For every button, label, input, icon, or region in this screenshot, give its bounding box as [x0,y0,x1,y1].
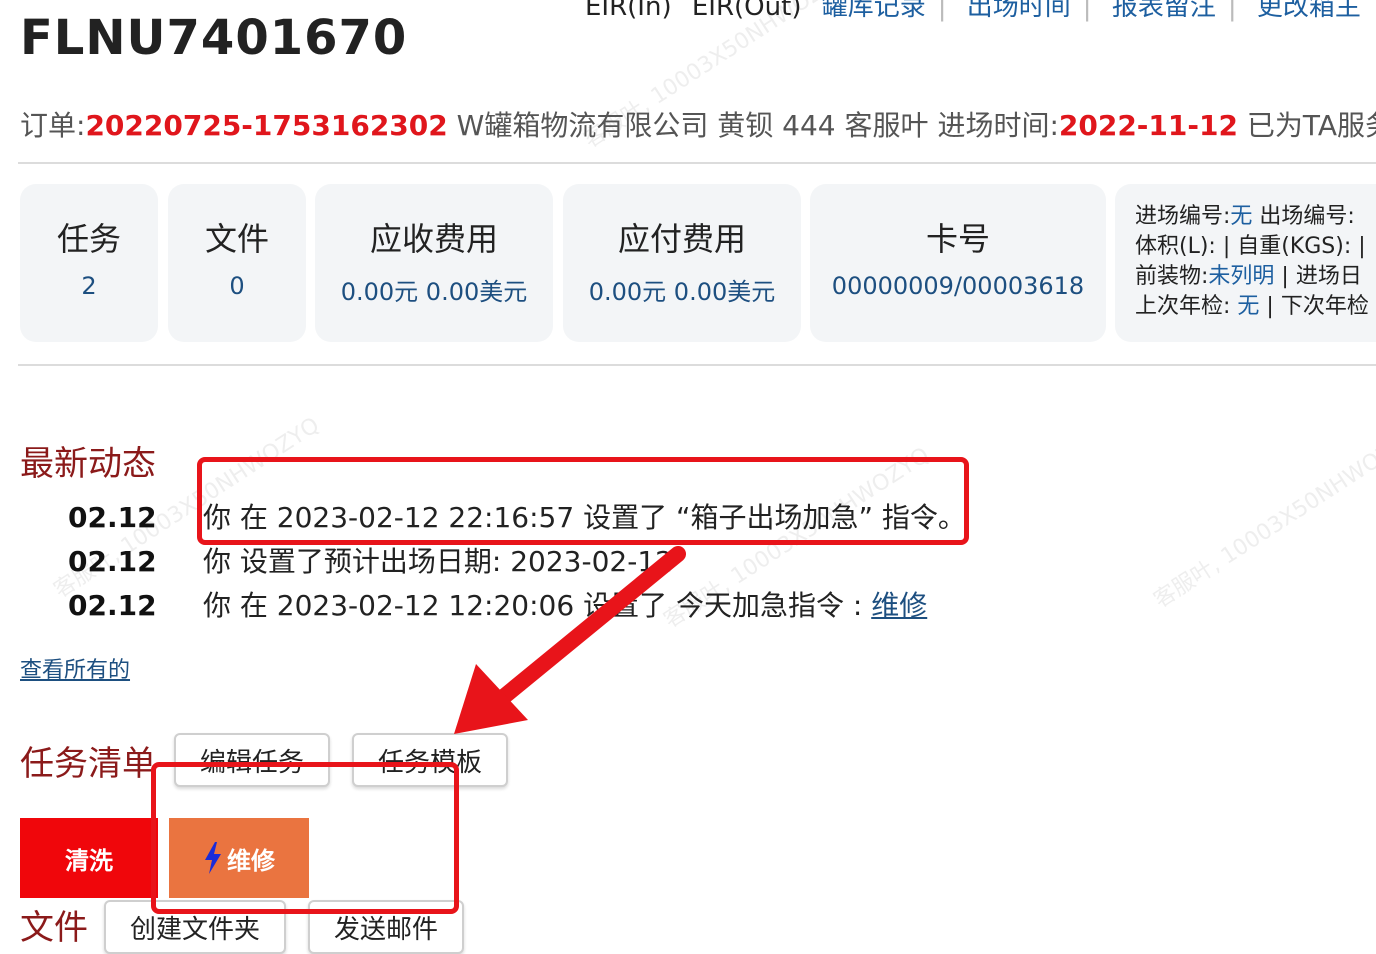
card-tasks[interactable]: 任务 2 [20,184,158,342]
card-files[interactable]: 文件 0 [168,184,306,342]
exit-time-link[interactable]: 出场时间 [967,0,1071,22]
activity-date: 02.12 [68,501,157,534]
activity-date: 02.12 [68,589,157,622]
card-value: 0.00元 0.00美元 [340,278,528,306]
info-label: 出场编号: [1252,204,1355,229]
card-value: 0 [229,272,245,300]
card-label: 任务 [56,220,121,258]
info-line: 体积(L): | 自重(KGS): | [1135,234,1366,259]
entry-label: 进场时间: [937,109,1059,142]
info-line: 前装物:未列明 | 进场日 [1135,262,1376,292]
card-label: 文件 [204,220,269,258]
info-value[interactable]: 无 [1237,294,1259,319]
repair-link[interactable]: 维修 [871,589,927,622]
activity-title: 最新动态 [20,444,156,484]
task-label: 清洗 [65,846,113,875]
info-label: 上次年检: [1135,294,1238,319]
company-name: W罐箱物流有限公司 [456,109,709,142]
info-label: | 进场日 [1274,264,1362,289]
info-value[interactable]: 未列明 [1208,264,1274,289]
info-label: 前装物: [1135,264,1209,289]
page-title: FLNU7401670 [20,10,408,66]
card-label: 应付费用 [617,220,746,258]
top-links: EIR(In) EIR(Out) 罐库记录 | 出场时间 | 报表留注 | 更改箱主 [585,0,1373,23]
tank-record-link[interactable]: 罐库记录 [822,0,926,22]
card-receivable[interactable]: 应收费用 0.00元 0.00美元 [315,184,553,342]
card-label: 应收费用 [369,220,498,258]
change-owner-link[interactable]: 更改箱主 [1257,0,1361,22]
files-title: 文件 [20,908,88,948]
service-name: 客服叶 [844,109,929,142]
card-value: 00000009/00003618 [831,272,1085,300]
order-meta: 订单:20220725-1753162302 W罐箱物流有限公司 黄钡 444 … [20,104,1376,144]
activity-date: 02.12 [68,545,157,578]
divider [18,364,1376,366]
info-label: | 下次年检 [1259,294,1369,319]
card-payable[interactable]: 应付费用 0.00元 0.00美元 [563,184,801,342]
info-label: 进场编号: [1135,204,1231,229]
card-value: 2 [81,272,97,300]
annotation-box-repair [151,762,459,914]
entry-date: 2022-11-12 [1058,109,1238,142]
annotation-box-activity [197,457,969,545]
report-note-link[interactable]: 报表留注 [1112,0,1216,22]
eir-in-link[interactable]: EIR(In) [585,0,672,22]
served-text: 已为TA服务 [1246,109,1376,142]
card-label: 卡号 [925,220,990,258]
info-value[interactable]: 无 [1230,204,1252,229]
order-label: 订单: [20,109,86,142]
info-line: 上次年检: 无 | 下次年检 [1135,292,1376,322]
order-number: 20220725-1753162302 [85,109,448,142]
watermark: 客服叶, 10003X50NHWOZYQ [1149,422,1376,614]
eir-out-link[interactable]: EIR(Out) [692,0,802,22]
card-value: 0.00元 0.00美元 [588,278,776,306]
divider [18,162,1376,164]
view-all-link[interactable]: 查看所有的 [20,652,130,684]
card-card-number[interactable]: 卡号 00000009/00003618 [810,184,1106,342]
annotation-arrow [454,546,686,734]
container-info-card: 进场编号:无 出场编号: 体积(L): | 自重(KGS): | 前装物:未列明… [1115,184,1376,342]
person-name: 黄钡 444 [717,109,836,142]
tasks-title: 任务清单 [20,744,156,784]
task-clean[interactable]: 清洗 [20,818,158,898]
info-line: 进场编号:无 出场编号: [1135,202,1376,232]
